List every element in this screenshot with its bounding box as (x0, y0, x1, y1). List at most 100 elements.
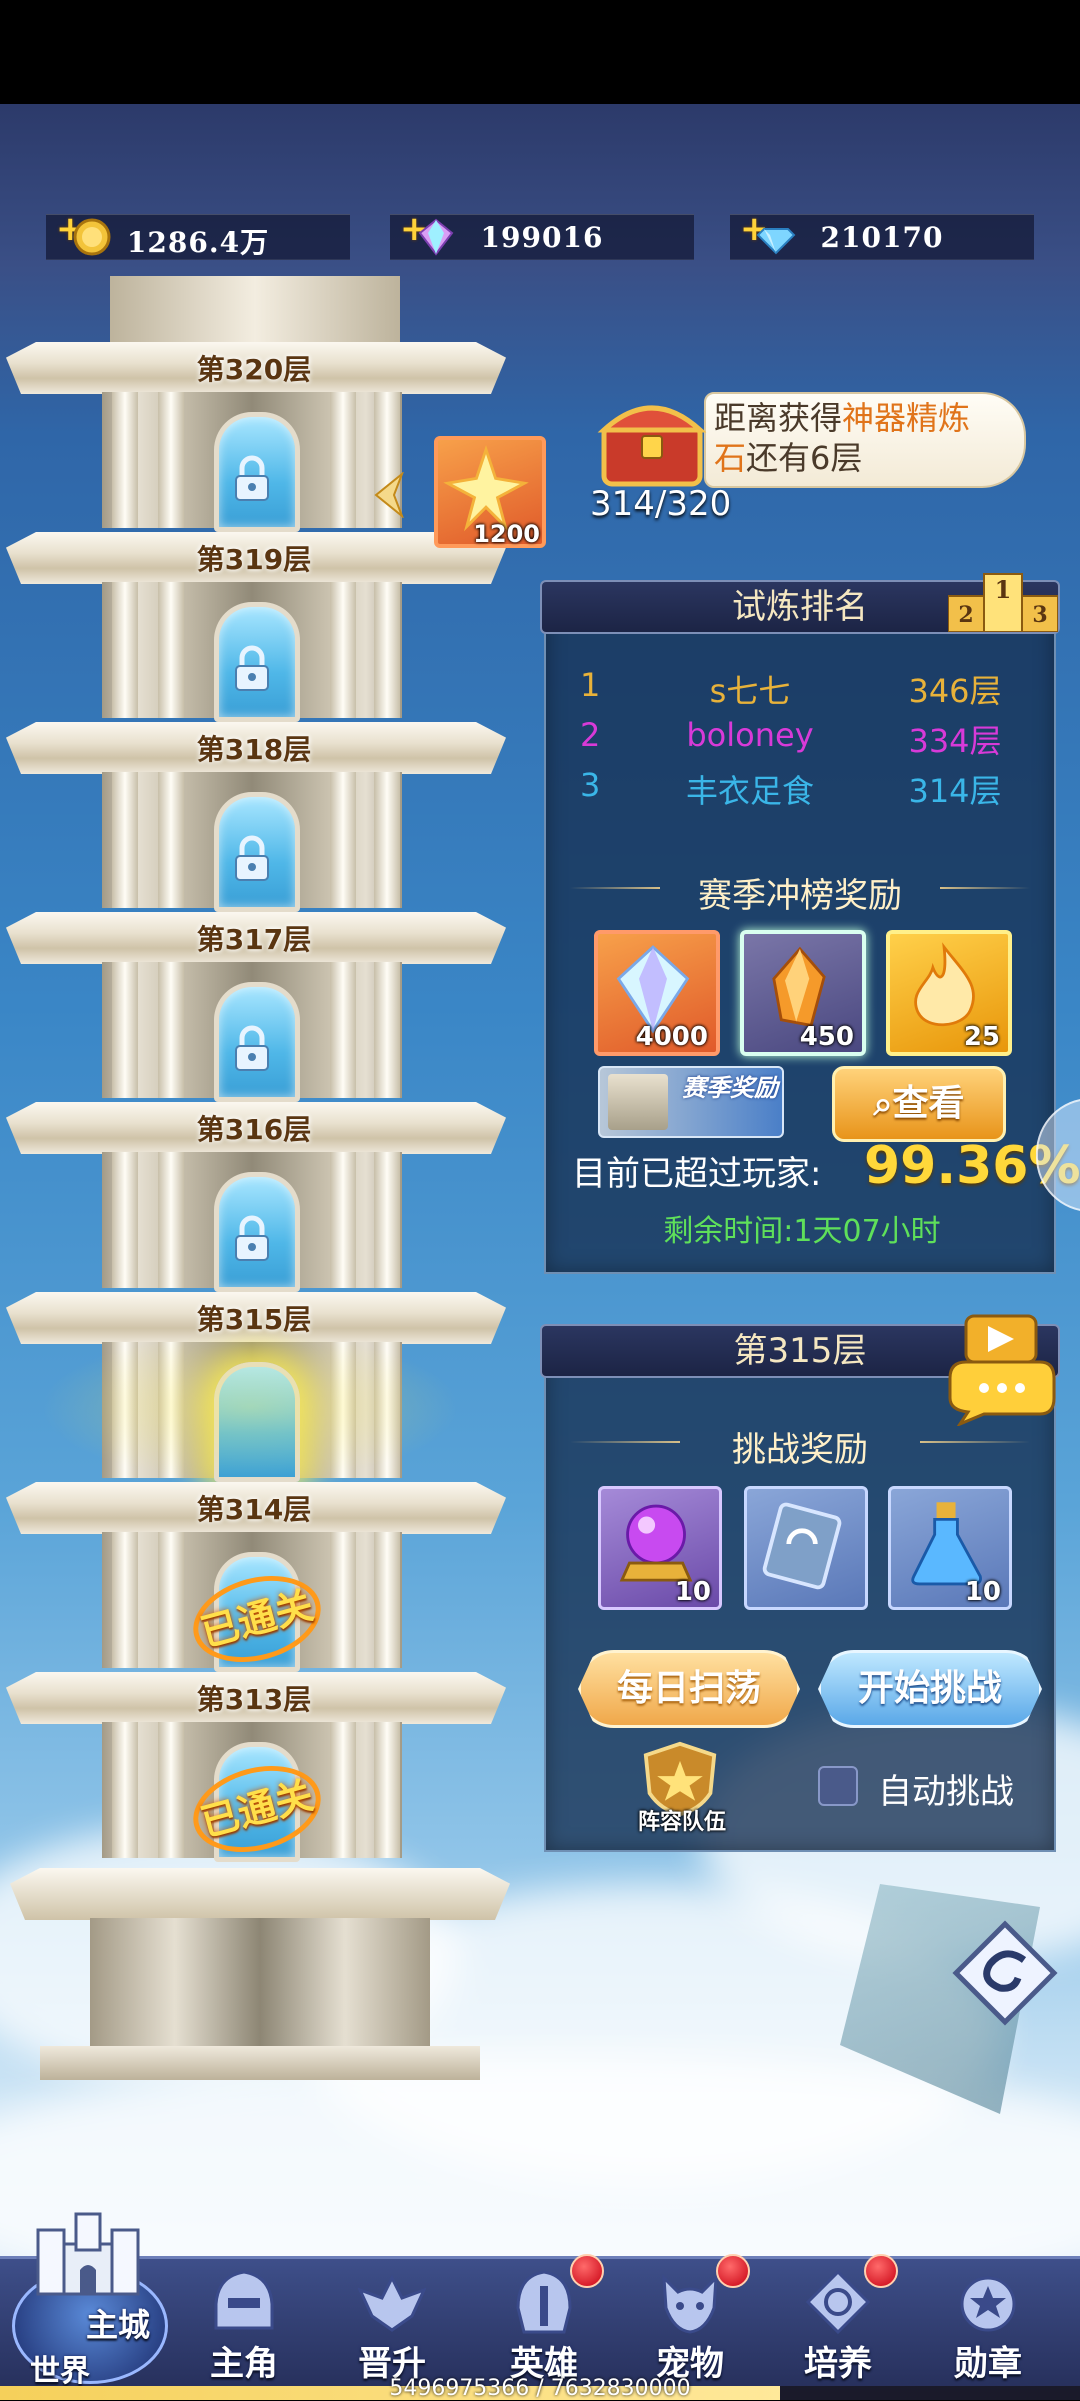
season-reward-1[interactable]: 4000 (594, 930, 720, 1056)
gold-amount: 1286.4万 (126, 226, 270, 259)
padlock-icon (235, 1025, 269, 1071)
nav-item-0[interactable]: 主角 (184, 2262, 304, 2384)
return-diamond-button[interactable] (950, 1918, 1060, 2028)
floor-label: 第316层 (196, 1113, 312, 1146)
ranking-row[interactable]: 2 boloney 334层 (560, 716, 1044, 760)
pillar (330, 1532, 356, 1668)
pillar (112, 392, 138, 528)
pillar (112, 772, 138, 908)
pet-beast-icon (662, 2274, 718, 2334)
tower-base-ledge (10, 1868, 510, 1920)
svg-text:1: 1 (995, 575, 1012, 604)
ranking-rank: 3 (580, 766, 601, 804)
lineup-button[interactable]: 阵容队伍 (632, 1740, 732, 1840)
crystal-currency[interactable]: + 199016 (390, 209, 694, 260)
challenge-reward-3[interactable]: 10 (888, 1486, 1012, 1610)
arrow-left-icon (372, 470, 406, 520)
pillar (112, 1532, 138, 1668)
svg-text:2: 2 (958, 602, 973, 628)
challenge-reward-header: 挑战奖励 (560, 1422, 1040, 1470)
spiral-icon (952, 1920, 1058, 2026)
notification-dot (864, 2254, 898, 2288)
treasure-chest-icon[interactable] (596, 386, 708, 490)
floor-label: 第313层 (196, 1683, 312, 1716)
pillar (374, 1722, 400, 1858)
castle-icon (36, 2212, 140, 2296)
start-challenge-button[interactable]: 开始挑战 (818, 1650, 1042, 1728)
view-button[interactable]: ⌕查看 (832, 1066, 1006, 1142)
floor-label: 第315层 (196, 1303, 312, 1336)
lineup-label: 阵容队伍 (637, 1810, 726, 1835)
challenge-reward-2[interactable] (744, 1486, 868, 1610)
season-badge-label: 赛季奖励 (682, 1074, 778, 1102)
auto-challenge-label: 自动挑战 (878, 1772, 1014, 1812)
video-chat-icon[interactable] (944, 1312, 1060, 1428)
exp-bar: 5496975366 / 7632830000 (0, 2376, 1080, 2401)
tower-foundation (40, 2046, 480, 2080)
pillar (158, 1722, 184, 1858)
pillar (330, 772, 356, 908)
ranking-name: 丰衣足食 (685, 772, 814, 810)
chest-progress-count: 314/320 (590, 484, 732, 524)
promotion-wings-icon (358, 2274, 426, 2332)
magnifier-icon: ⌕ (873, 1084, 893, 1124)
ranking-floor: 346层 (908, 672, 1002, 710)
floor-label: 第319层 (196, 543, 312, 576)
season-reward-3[interactable]: 25 (886, 930, 1012, 1056)
padlock-icon (235, 835, 269, 881)
pillar (158, 392, 184, 528)
floor-label: 第318层 (196, 733, 312, 766)
pillar (112, 1152, 138, 1288)
ranking-row[interactable]: 3 丰衣足食 314层 (560, 766, 1044, 810)
ranking-row[interactable]: 1 s七七 346层 (560, 666, 1044, 710)
nav-item-3[interactable]: 宠物 (630, 2254, 750, 2384)
pillar (374, 582, 400, 718)
season-reward-2[interactable]: 450 (740, 930, 866, 1056)
nav-item-5[interactable]: 勋章 (928, 2262, 1048, 2384)
chest-progress-bubble: 距离获得神器精炼 石还有6层 (704, 392, 1026, 488)
pillar (158, 582, 184, 718)
nav-item-1[interactable]: 晋升 (332, 2262, 452, 2384)
diamond-currency[interactable]: + 210170 (730, 209, 1034, 260)
pillar (158, 1532, 184, 1668)
tower-base (90, 1918, 430, 2048)
ranking-name: s七七 (709, 672, 791, 710)
pillar (112, 962, 138, 1098)
main-city-label: 主城 (86, 2306, 151, 2344)
auto-challenge-checkbox[interactable] (818, 1766, 858, 1806)
ranking-name: boloney (686, 716, 814, 754)
ranking-floor: 314层 (908, 772, 1002, 810)
padlock-icon (235, 455, 269, 501)
world-main-city-button[interactable]: 主城 世界 (8, 2204, 168, 2389)
pillar (374, 1532, 400, 1668)
pillar (374, 772, 400, 908)
season-reward-badge[interactable]: 赛季奖励 (598, 1066, 784, 1138)
ranking-rank: 2 (580, 716, 601, 754)
floor-reward-count: 1200 (473, 520, 540, 548)
podium-icon: 12 3 (947, 568, 1059, 633)
nav-item-2[interactable]: 英雄 (484, 2254, 604, 2384)
crystal-amount: 199016 (480, 221, 604, 254)
current-floor-glow (40, 1332, 460, 1482)
challenge-reward-1[interactable]: 10 (598, 1486, 722, 1610)
notification-dot (716, 2254, 750, 2288)
remaining-time: 剩余时间:1天07小时 (663, 1214, 941, 1249)
ranking-floor: 334层 (908, 722, 1002, 760)
challenge-reward-title: 挑战奖励 (732, 1430, 868, 1470)
surpass-label: 目前已超过玩家: (572, 1154, 822, 1194)
skill-card-icon (762, 1502, 842, 1590)
pillar (112, 1722, 138, 1858)
daily-sweep-button[interactable]: 每日扫荡 (578, 1650, 800, 1728)
nav-item-4[interactable]: 培养 (778, 2254, 898, 2384)
svg-text:3: 3 (1032, 602, 1047, 628)
status-bar (0, 0, 1080, 104)
medal-star-icon (960, 2276, 1016, 2332)
padlock-icon (235, 645, 269, 691)
floor-reward-item[interactable]: 1200 (434, 436, 546, 548)
pillar (330, 582, 356, 718)
notification-dot (570, 2254, 604, 2288)
gold-currency[interactable]: + 1286.4万 (46, 209, 350, 260)
chest-progress-text: 距离获得神器精炼 石还有6层 (714, 399, 971, 477)
pillar (330, 962, 356, 1098)
pillar (374, 1152, 400, 1288)
